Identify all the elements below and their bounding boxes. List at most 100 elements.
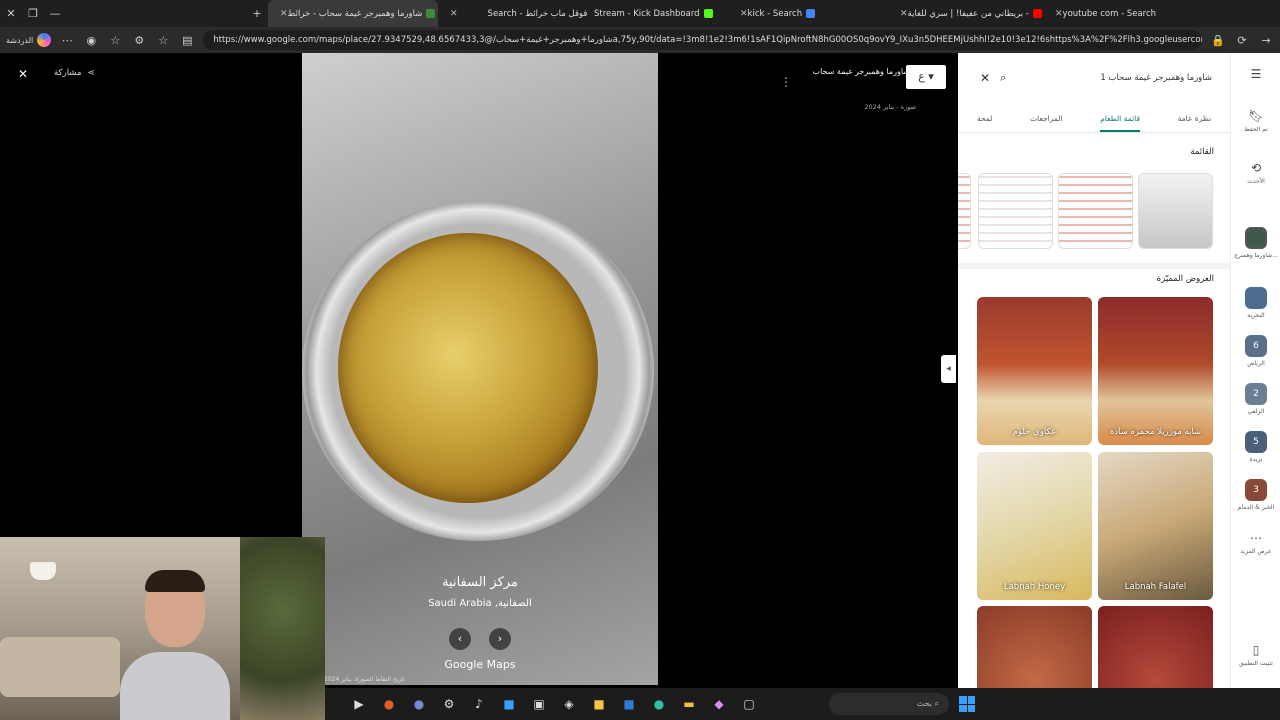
rail-label: الرياض [1247,360,1265,367]
app-icon[interactable]: ▢ [739,694,759,714]
rail-saved[interactable]: 🔖︎ تم الحفظ [1231,109,1280,133]
tab-close-icon[interactable]: ✕ [450,9,458,19]
menu-photo[interactable] [1058,173,1133,249]
food-photo[interactable]: مركز السفانية Saudi Arabia ,الصفانية ‹ ›… [302,53,658,685]
tab-maps[interactable]: ✕ شاورما وهمبرجر غيمة سحاب - خرائط [268,0,438,27]
tab-close-icon[interactable]: ✕ [280,9,288,19]
app-icon[interactable]: ▣ [529,694,549,714]
tab-youtube-search[interactable]: ✕ youtube com - Search [1043,0,1183,27]
account-icon[interactable]: ◉ [83,34,99,47]
copilot-app-icon[interactable]: ◆ [709,694,729,714]
tiktok-icon[interactable]: ♪ [469,694,489,714]
collapse-panel-button[interactable]: ◂ [941,355,956,383]
terminal-icon[interactable]: ▶ [349,694,369,714]
rail-place[interactable]: 6 الرياض [1231,335,1280,367]
language-toggle[interactable]: ع ▾ [906,65,946,89]
clear-search-icon[interactable]: ✕ [980,71,990,85]
menu-photo[interactable] [978,173,1053,249]
tab-label: شاورما وهمبرجر غيمة سحاب - خرائط [287,8,423,19]
rail-place-current[interactable]: شاورما وهمبرج... [1231,227,1280,259]
tab-close-icon[interactable]: ✕ [740,9,748,19]
rail-label: الأحدث [1247,178,1265,185]
rail-label: تم الحفظ [1244,126,1268,133]
dish-card[interactable]: Labnah Honey [977,452,1092,600]
rail-place[interactable]: 3 الخبر & الدمام [1231,479,1280,511]
menu-photo[interactable] [958,173,971,249]
rail-install-app[interactable]: ▯ تثبيت التطبيق [1231,643,1280,667]
outlook-icon[interactable]: ■ [619,694,639,714]
taskbar-search-input[interactable]: بحث ⌕ [829,693,949,715]
window-minimize-icon[interactable]: — [44,0,66,27]
kick-favicon-icon [703,9,713,18]
windows-taskbar: ▶ ● ● ⚙ ♪ ■ ▣ ◈ ■ ■ ● ▬ ◆ ▢ بحث ⌕ [325,688,1280,720]
dish-card[interactable] [1098,606,1213,688]
menu-icon[interactable]: ☰ [1231,67,1280,84]
extensions-icon[interactable]: ⚙ [131,34,147,47]
viewer-place-name[interactable]: شاورما وهمبرجر غيمة سحاب [790,67,910,76]
folder-icon[interactable]: ▬ [679,694,699,714]
tab-about[interactable]: لمحة [977,105,992,132]
window-icon[interactable]: ■ [499,694,519,714]
rail-place[interactable]: 5 بريدة [1231,431,1280,463]
dish-card[interactable]: شابه موزريلا محمره سادة [1098,297,1213,445]
store-icon[interactable]: ■ [589,694,609,714]
maps-favicon-icon [426,9,436,18]
more-icon[interactable]: ⋯ [59,34,75,47]
edge-icon[interactable]: ● [649,694,669,714]
search-placeholder: بحث [916,699,932,708]
count-badge: 2 [1253,389,1259,399]
rail-label: بريدة [1249,456,1263,463]
tab-label: kick - Search [747,8,803,19]
more-options-icon[interactable]: ⋮ [780,75,792,89]
tab-search-maps[interactable]: ✕ Search - قوقل ماب خرائط [438,0,588,27]
browser-tab-bar: ✕ ❐ — + ✕ شاورما وهمبرجر غيمة سحاب - خرا… [0,0,1280,27]
discord-icon[interactable]: ● [409,694,429,714]
rail-recent[interactable]: ⟲ الأحدث [1231,161,1280,185]
new-tab-button[interactable]: + [246,0,268,27]
forward-icon[interactable]: → [1258,34,1274,47]
app-icon[interactable]: ◈ [559,694,579,714]
tab-kick-dashboard[interactable]: Stream - Kick Dashboard [588,0,728,27]
close-viewer-button[interactable]: ✕ [18,67,28,81]
viewer-photo-date: صورة - يناير 2024 [864,103,916,111]
reader-icon[interactable]: ▤ [179,34,195,47]
settings-icon[interactable]: ⚙ [439,694,459,714]
windows-start-icon[interactable] [959,696,975,712]
tab-close-icon[interactable]: ✕ [1055,9,1063,19]
language-label: ع [918,70,925,83]
profile-chip[interactable]: الدردشة [6,33,52,47]
share-label: مشاركة [54,68,82,78]
add-favorite-icon[interactable]: ☆ [155,34,171,47]
rail-place[interactable]: البحرية [1231,287,1280,319]
search-icon[interactable]: ⌕ [1000,71,1006,85]
dish-card[interactable] [977,606,1092,688]
tab-overview[interactable]: نظرة عامة [1178,105,1212,132]
tab-close-icon[interactable]: ✕ [900,9,908,19]
refresh-icon[interactable]: ⟳ [1234,34,1250,47]
rail-more[interactable]: ⋯ عرض المزيد [1231,531,1280,555]
bookmark-icon: 🔖︎ [1248,109,1264,123]
app-icon[interactable]: ● [379,694,399,714]
menu-photo[interactable] [1138,173,1213,249]
tab-youtube-video[interactable]: ✕ بريطاني من عفيفا! | سري للغاية - [888,0,1043,27]
next-photo-button[interactable]: › [489,628,511,650]
url-input[interactable]: https://www.google.com/maps/place/شاورما… [203,30,1202,50]
tab-reviews[interactable]: المراجعات [1030,105,1063,132]
tab-kick-search[interactable]: ✕ kick - Search [728,0,888,27]
kunafa-image [338,233,598,503]
dish-card[interactable]: عكاوي حلوم [977,297,1092,445]
favorites-icon[interactable]: ☆ [107,34,123,47]
share-button[interactable]: مشاركة ⋖ [54,68,95,78]
search-input[interactable]: شاورما وهمبرجر غيمة سحاب 1 [1016,73,1212,83]
rail-place[interactable]: 2 الزلفي [1231,383,1280,415]
previous-photo-button[interactable]: ‹ [449,628,471,650]
window-close-icon[interactable]: ✕ [0,0,22,27]
copilot-icon[interactable] [37,33,52,47]
place-thumbnail [1245,287,1267,309]
dish-card[interactable]: Labnah Falafel [1098,452,1213,600]
place-thumbnail: 5 [1245,431,1267,453]
lock-icon[interactable]: 🔒 [1210,34,1226,47]
window-restore-icon[interactable]: ❐ [22,0,44,27]
tab-menu[interactable]: قائمة الطعام [1100,105,1140,132]
maps-search-box[interactable]: ✕ ⌕ شاورما وهمبرجر غيمة سحاب 1 [970,63,1222,93]
